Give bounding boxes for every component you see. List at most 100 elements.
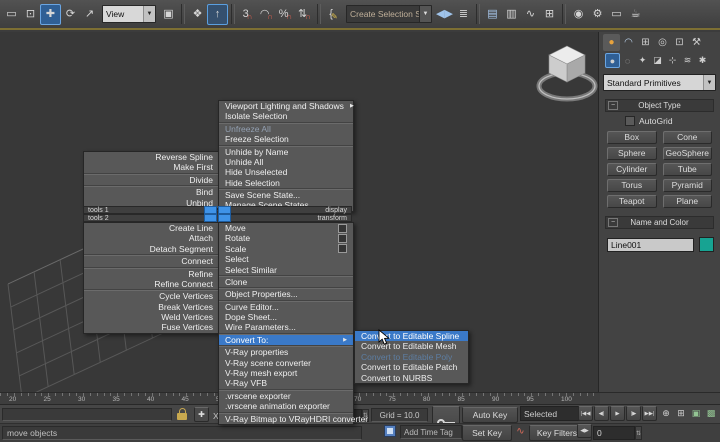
default-tangent-icon[interactable]: ∿	[513, 424, 528, 439]
menu-item-move[interactable]: Move	[219, 223, 353, 233]
menu-item-curve-editor[interactable]: Curve Editor...	[219, 302, 353, 312]
layer-manager-icon[interactable]: ▤	[483, 4, 502, 25]
menu-item-convert-to-editable-patch[interactable]: Convert to Editable Patch	[355, 362, 468, 372]
menu-item-isolate-selection[interactable]: Isolate Selection	[219, 111, 353, 121]
render-setup-icon[interactable]: ⚙	[588, 4, 607, 25]
systems-category-icon[interactable]: ✱	[695, 53, 710, 68]
menu-item-v-ray-mesh-export[interactable]: V-Ray mesh export	[219, 368, 353, 378]
graphite-modeling-ribbon-icon[interactable]: ▥	[502, 4, 521, 25]
select-and-scale-icon[interactable]: ↗	[80, 4, 99, 25]
menu-item-detach-segment[interactable]: Detach Segment	[84, 244, 219, 254]
autogrid-checkbox[interactable]	[625, 116, 635, 126]
window-crossing-toggle-icon[interactable]: ⊡	[21, 4, 40, 25]
menu-item-viewport-lighting-and-shadows[interactable]: Viewport Lighting and Shadows▶	[219, 101, 353, 111]
menu-item-fuse-vertices[interactable]: Fuse Vertices	[84, 323, 219, 333]
menu-item-hide-selection[interactable]: Hide Selection	[219, 178, 353, 188]
mirror-icon[interactable]: ◀▶	[435, 4, 454, 25]
menu-item-clone[interactable]: Clone	[219, 277, 353, 287]
menu-item-convert-to-editable-mesh[interactable]: Convert to Editable Mesh	[355, 341, 468, 351]
plane-button[interactable]: Plane	[663, 195, 713, 208]
rectangular-selection-region-icon[interactable]: ▭	[2, 4, 21, 25]
add-time-tag-field[interactable]: Add Time Tag	[400, 425, 462, 439]
menu-item-connect[interactable]: Connect	[84, 256, 219, 266]
chevron-down-icon[interactable]: ▼	[419, 6, 431, 22]
chevron-down-icon[interactable]: ▼	[143, 6, 155, 22]
zoom-all-icon[interactable]: ⊞	[674, 406, 688, 421]
select-and-rotate-icon[interactable]: ⟳	[61, 4, 80, 25]
primitive-category-dropdown[interactable]: Standard Primitives ▼	[603, 74, 716, 91]
display-tab[interactable]: ⊡	[671, 34, 688, 51]
use-pivot-point-center-icon[interactable]: ▣	[159, 4, 178, 25]
menu-item-make-first[interactable]: Make First	[84, 162, 219, 172]
utilities-tab[interactable]: ⚒	[688, 34, 705, 51]
object-name-input[interactable]: Line001	[607, 238, 694, 252]
modify-tab[interactable]: ◠	[620, 34, 637, 51]
collapse-icon[interactable]: −	[608, 101, 618, 110]
angle-snap-icon[interactable]: ◠∩	[257, 4, 276, 25]
set-key-button[interactable]: Set Key	[462, 425, 512, 441]
shapes-category-icon[interactable]: ◌	[620, 53, 635, 68]
selection-lock-icon[interactable]	[177, 408, 188, 421]
percent-snap-icon[interactable]: %∩	[276, 4, 295, 25]
menu-item-break-vertices[interactable]: Break Vertices	[84, 302, 219, 312]
zoom-icon[interactable]: ⊕	[659, 406, 673, 421]
tube-button[interactable]: Tube	[663, 163, 713, 176]
quad-center-square[interactable]	[204, 206, 217, 214]
menu-item-unhide-all[interactable]: Unhide All	[219, 157, 353, 167]
absolute-mode-toggle-icon[interactable]: ✚	[194, 407, 209, 422]
name-and-color-rollout-header[interactable]: − Name and Color	[605, 216, 714, 229]
menu-item-cycle-vertices[interactable]: Cycle Vertices	[84, 291, 219, 301]
quad-center-square[interactable]	[204, 214, 217, 222]
quad-center-square[interactable]	[218, 214, 231, 222]
spinner-snap-icon[interactable]: ⇅∩	[295, 4, 314, 25]
menu-item-bind[interactable]: Bind	[84, 187, 219, 197]
teapot-button[interactable]: Teapot	[607, 195, 657, 208]
menu-item-convert-to-editable-poly[interactable]: Convert to Editable Poly	[355, 352, 468, 362]
menu-item-refine[interactable]: Refine	[84, 269, 219, 279]
menu-item-refine-connect[interactable]: Refine Connect	[84, 279, 219, 289]
create-tab[interactable]: ●	[603, 34, 620, 51]
go-to-start-button[interactable]: |◀◀	[578, 406, 593, 421]
menu-item-v-ray-vfb[interactable]: V-Ray VFB	[219, 378, 353, 388]
select-and-move-icon[interactable]: ✚	[40, 4, 61, 25]
menu-item-object-properties[interactable]: Object Properties...	[219, 289, 353, 299]
geosphere-button[interactable]: GeoSphere	[663, 147, 713, 160]
cameras-category-icon[interactable]: ◪	[650, 53, 665, 68]
sphere-button[interactable]: Sphere	[607, 147, 657, 160]
menu-item-freeze-selection[interactable]: Freeze Selection	[219, 134, 353, 144]
key-mode-toggle-icon[interactable]: ◀▶	[577, 424, 592, 438]
menu-item-convert-to-nurbs[interactable]: Convert to NURBS	[355, 373, 468, 383]
menu-item-wire-parameters[interactable]: Wire Parameters...	[219, 323, 353, 333]
zoom-extents-icon[interactable]: ▣	[689, 406, 703, 421]
render-production-icon[interactable]: ☕	[626, 4, 645, 25]
menu-item-reverse-spline[interactable]: Reverse Spline	[84, 152, 219, 162]
reference-coordinate-system-dropdown[interactable]: View▼	[102, 5, 156, 23]
align-icon[interactable]: ≣	[454, 4, 473, 25]
menu-item-unhide-by-name[interactable]: Unhide by Name	[219, 147, 353, 157]
cylinder-button[interactable]: Cylinder	[607, 163, 657, 176]
pyramid-button[interactable]: Pyramid	[663, 179, 713, 192]
quad-center-square[interactable]	[218, 206, 231, 214]
space-warps-category-icon[interactable]: ≋	[680, 53, 695, 68]
menu-item-convert-to[interactable]: Convert To:▶	[219, 335, 353, 345]
cone-button[interactable]: Cone	[663, 131, 713, 144]
lights-category-icon[interactable]: ✦	[635, 53, 650, 68]
hierarchy-tab[interactable]: ⊞	[637, 34, 654, 51]
menu-item-v-ray-properties[interactable]: V-Ray properties	[219, 347, 353, 357]
menu-item-scale[interactable]: Scale	[219, 244, 353, 254]
menu-item-vrscene-animation-exporter[interactable]: .vrscene animation exporter	[219, 401, 353, 411]
menu-item-weld-vertices[interactable]: Weld Vertices	[84, 312, 219, 322]
object-type-rollout-header[interactable]: − Object Type	[605, 99, 714, 112]
menu-item-divide[interactable]: Divide	[84, 175, 219, 185]
rendered-frame-window-icon[interactable]: ▭	[607, 4, 626, 25]
frame-spinner[interactable]: ⇅	[635, 426, 642, 440]
curve-editor-icon[interactable]: ∿	[521, 4, 540, 25]
named-selection-set-dropdown[interactable]: Create Selection Se▼	[346, 5, 432, 23]
viewcube[interactable]	[531, 38, 598, 104]
object-color-swatch[interactable]	[699, 237, 714, 252]
previous-frame-button[interactable]: ◀|	[594, 406, 609, 421]
menu-item-vrscene-exporter[interactable]: .vrscene exporter	[219, 391, 353, 401]
menu-item-select-similar[interactable]: Select Similar	[219, 265, 353, 275]
box-button[interactable]: Box	[607, 131, 657, 144]
menu-item-save-scene-state[interactable]: Save Scene State...	[219, 190, 353, 200]
